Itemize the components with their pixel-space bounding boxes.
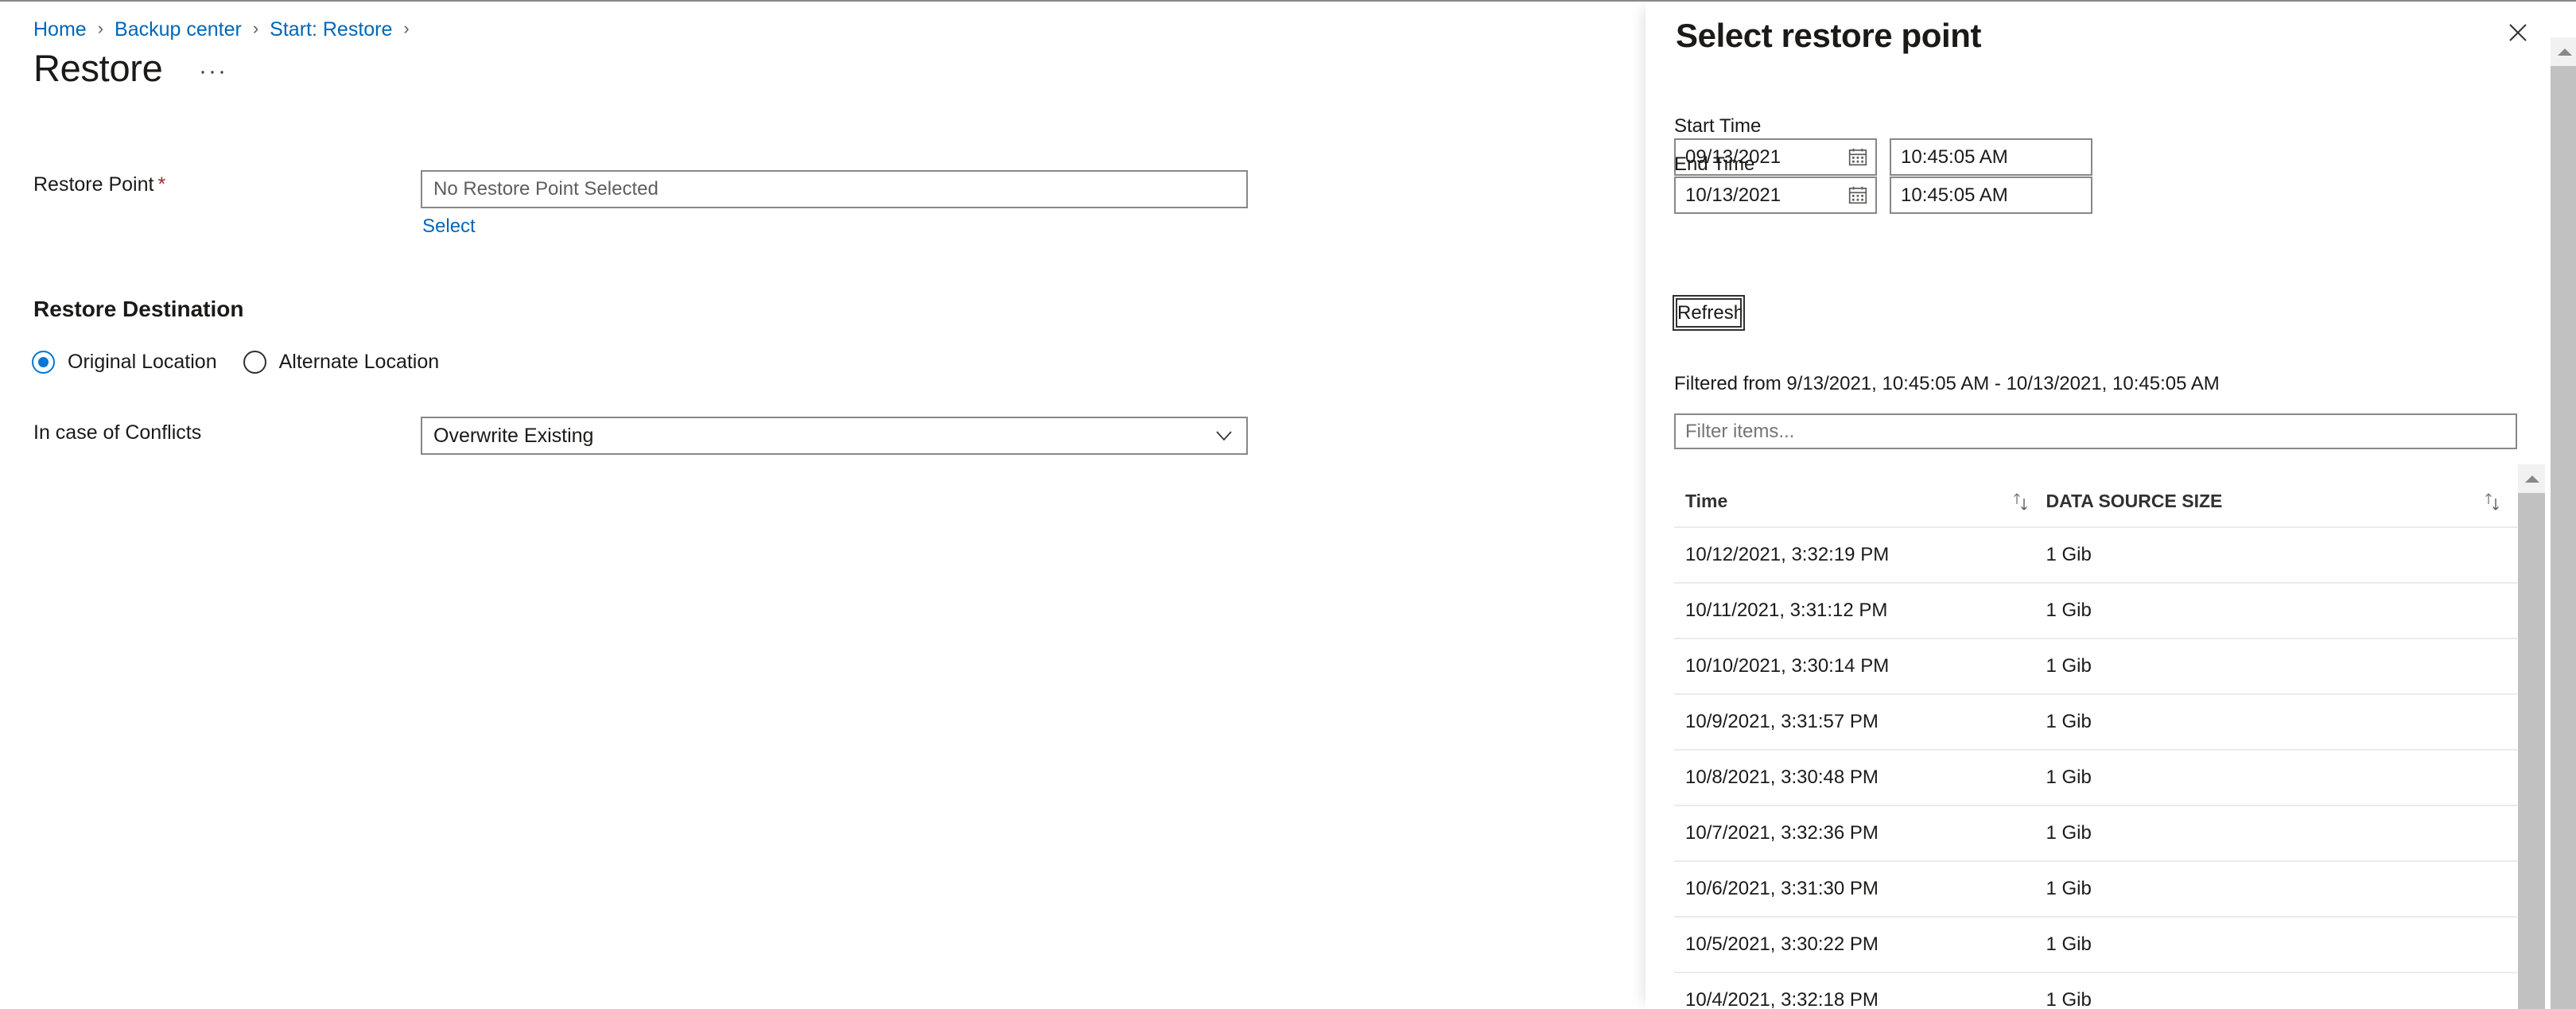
table-head: Time DATA SOURCE SIZE [1674, 464, 2517, 528]
table-body: 10/12/2021, 3:32:19 PM 1 Gib 10/11/2021, 3… [1674, 527, 2517, 1009]
cell-data-source-size: 1 Gib [2046, 972, 2517, 1009]
restore-point-label-text: Restore Point [33, 173, 154, 196]
cell-data-source-size: 1 Gib [2046, 917, 2517, 973]
select-restore-point-panel: Select restore point Start Time End Time [1645, 2, 2576, 1009]
azure-portal-screen: Home › Backup center › Start: Restore › … [0, 0, 2576, 1009]
radio-unselected-icon [243, 350, 266, 374]
restore-point-label: Restore Point * [33, 173, 165, 196]
breadcrumb-item-backup-center[interactable]: Backup center [115, 17, 242, 41]
table-scrollbar-thumb[interactable] [2518, 493, 2545, 1009]
cell-data-source-size: 1 Gib [2046, 750, 2517, 806]
required-asterisk: * [157, 173, 166, 196]
end-time-input[interactable] [1890, 177, 2092, 214]
conflicts-label: In case of Conflicts [33, 421, 202, 444]
restore-blade: Home › Backup center › Start: Restore › … [0, 2, 1645, 1009]
cell-data-source-size: 1 Gib [2046, 861, 2517, 918]
cell-time: 10/6/2021, 3:31:30 PM [1674, 861, 2046, 918]
chevron-down-icon [1216, 431, 1232, 441]
close-x-glyph [2509, 24, 2527, 41]
panel-title: Select restore point [1676, 17, 1982, 54]
radio-original-location[interactable]: Original Location [32, 350, 217, 374]
breadcrumb-item-home[interactable]: Home [33, 17, 87, 41]
table-row[interactable]: 10/5/2021, 3:30:22 PM 1 Gib [1674, 917, 2517, 973]
table-row[interactable]: 10/11/2021, 3:31:12 PM 1 Gib [1674, 583, 2517, 639]
cell-time: 10/8/2021, 3:30:48 PM [1674, 750, 2046, 806]
filtered-range-text: Filtered from 9/13/2021, 10:45:05 AM - 1… [1674, 373, 2220, 394]
panel-scrollbar-thumb[interactable] [2551, 66, 2576, 1009]
filter-items-input[interactable] [1674, 413, 2517, 449]
chevron-right-icon: › [403, 18, 410, 38]
cell-time: 10/12/2021, 3:32:19 PM [1674, 527, 2046, 584]
table-row[interactable]: 10/9/2021, 3:31:57 PM 1 Gib [1674, 694, 2517, 751]
end-date-input[interactable] [1674, 177, 1877, 214]
start-time-label: Start Time [1674, 115, 1762, 137]
restore-points-table: Time DATA SOURCE SIZE 10/12/2021, 3:32:1… [1674, 464, 2517, 1009]
refresh-button[interactable]: Refresh [1674, 297, 1744, 329]
table-header-row: Time DATA SOURCE SIZE [1674, 464, 2517, 528]
sort-updown-icon [2485, 493, 2499, 510]
chevron-right-icon: › [97, 18, 104, 38]
column-header-data-source-size[interactable]: DATA SOURCE SIZE [2046, 464, 2517, 528]
scroll-up-arrow-icon[interactable] [2551, 37, 2576, 66]
column-header-time[interactable]: Time [1674, 464, 2046, 528]
column-header-data-source-size-label: DATA SOURCE SIZE [2046, 491, 2223, 511]
restore-destination-heading: Restore Destination [33, 297, 244, 321]
chevron-right-icon: › [252, 18, 259, 38]
cell-time: 10/11/2021, 3:31:12 PM [1674, 583, 2046, 639]
start-time-input[interactable] [1890, 138, 2092, 176]
cell-data-source-size: 1 Gib [2046, 638, 2517, 695]
cell-data-source-size: 1 Gib [2046, 805, 2517, 862]
radio-alternate-location-label: Alternate Location [278, 351, 440, 373]
scroll-up-arrow-icon[interactable] [2518, 464, 2545, 493]
cell-data-source-size: 1 Gib [2046, 694, 2517, 751]
end-time-label: End Time [1674, 153, 1755, 175]
table-scrollbar[interactable] [2518, 464, 2545, 1009]
cell-time: 10/10/2021, 3:30:14 PM [1674, 638, 2046, 695]
cell-data-source-size: 1 Gib [2046, 583, 2517, 639]
restore-points-table-container: Time DATA SOURCE SIZE 10/12/2021, 3:32:1… [1674, 464, 2545, 1009]
cell-time: 10/7/2021, 3:32:36 PM [1674, 805, 2046, 862]
table-row[interactable]: 10/7/2021, 3:32:36 PM 1 Gib [1674, 805, 2517, 862]
breadcrumb: Home › Backup center › Start: Restore › [33, 17, 421, 41]
radio-selected-icon [32, 350, 55, 374]
conflicts-select-value: Overwrite Existing [433, 424, 594, 447]
breadcrumb-item-start-restore[interactable]: Start: Restore [270, 17, 392, 41]
table-row[interactable]: 10/8/2021, 3:30:48 PM 1 Gib [1674, 750, 2517, 806]
column-header-time-label: Time [1685, 491, 1728, 511]
sort-updown-icon [2014, 493, 2028, 510]
conflicts-select[interactable]: Overwrite Existing [421, 417, 1248, 455]
table-row[interactable]: 10/10/2021, 3:30:14 PM 1 Gib [1674, 638, 2517, 695]
table-row[interactable]: 10/12/2021, 3:32:19 PM 1 Gib [1674, 527, 2517, 584]
select-restore-point-link[interactable]: Select [422, 215, 476, 238]
radio-original-location-label: Original Location [68, 351, 217, 373]
panel-scrollbar[interactable] [2551, 37, 2576, 1009]
restore-destination-radio-group: Original Location Alternate Location [32, 350, 465, 374]
restore-point-input[interactable] [421, 170, 1248, 208]
cell-data-source-size: 1 Gib [2046, 527, 2517, 584]
table-row[interactable]: 10/4/2021, 3:32:18 PM 1 Gib [1674, 972, 2517, 1009]
table-row[interactable]: 10/6/2021, 3:31:30 PM 1 Gib [1674, 861, 2517, 918]
cell-time: 10/9/2021, 3:31:57 PM [1674, 694, 2046, 751]
close-icon[interactable] [2503, 17, 2533, 48]
radio-alternate-location[interactable]: Alternate Location [243, 350, 440, 374]
cell-time: 10/5/2021, 3:30:22 PM [1674, 917, 2046, 973]
page-title: Restore [33, 47, 163, 89]
cell-time: 10/4/2021, 3:32:18 PM [1674, 972, 2046, 1009]
more-actions-button[interactable]: ··· [199, 60, 227, 83]
